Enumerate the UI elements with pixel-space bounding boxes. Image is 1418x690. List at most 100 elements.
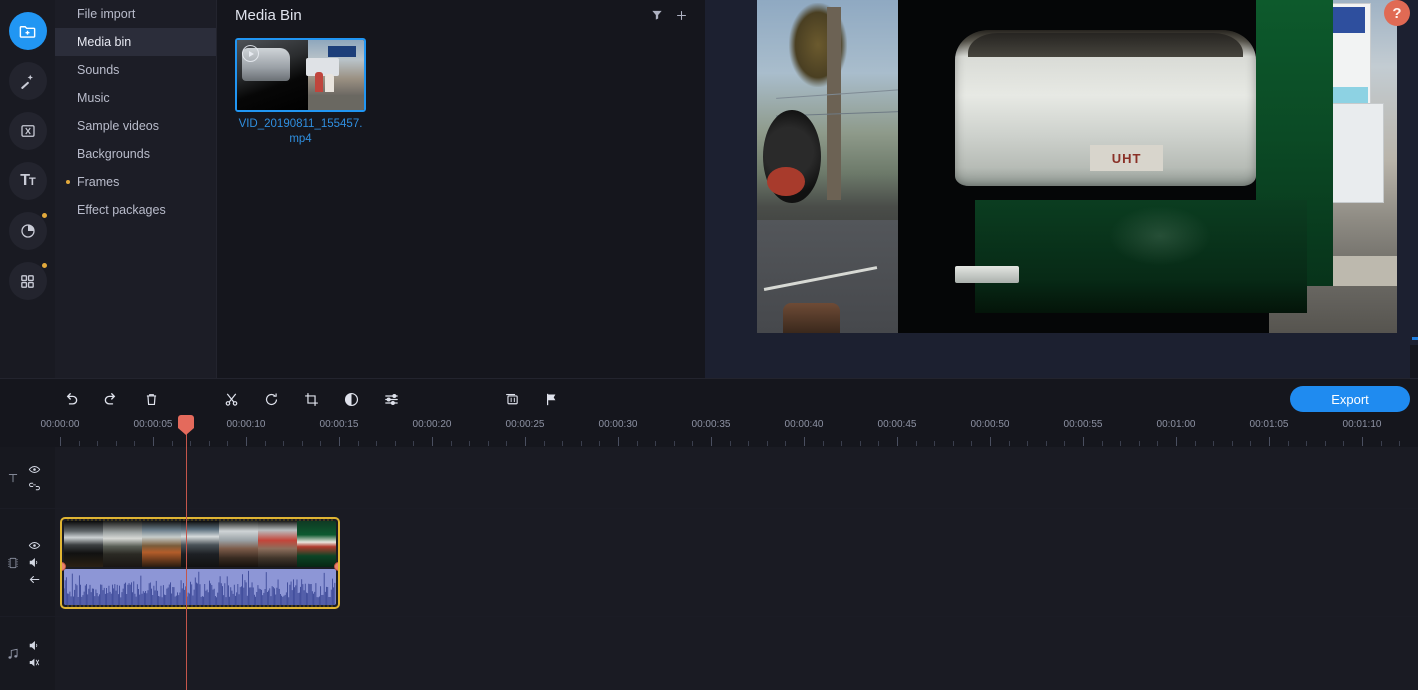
- rotate-icon[interactable]: [260, 388, 282, 410]
- sidebar-item-file-import[interactable]: File import: [55, 0, 216, 28]
- ruler-tick: [1269, 437, 1270, 446]
- ruler-tick: [1083, 437, 1084, 446]
- rail-button-transitions[interactable]: [8, 112, 47, 150]
- ruler-tick: [1287, 441, 1289, 446]
- rail-button-import-media[interactable]: [8, 12, 47, 50]
- eye-icon[interactable]: [26, 539, 42, 553]
- sidebar-item-frames[interactable]: Frames: [55, 168, 216, 196]
- ruler-label: 00:00:45: [877, 419, 917, 430]
- text-T-icon: [0, 471, 26, 485]
- help-button[interactable]: ?: [1384, 0, 1410, 26]
- clip-frame: [258, 521, 298, 567]
- ruler-tick: [283, 441, 285, 446]
- ruler-tick: [1176, 437, 1177, 446]
- ruler-tick: [766, 441, 768, 446]
- ruler-tick: [97, 441, 99, 446]
- playhead-handle[interactable]: [178, 415, 194, 435]
- playback-seek-bar[interactable]: [1412, 333, 1418, 345]
- rail-button-filters[interactable]: [8, 212, 47, 250]
- sidebar-item-media-bin[interactable]: Media bin: [55, 28, 216, 56]
- speaker-icon[interactable]: [26, 556, 42, 570]
- frame-art: [1109, 206, 1212, 267]
- ruler-tick: [450, 441, 452, 446]
- folder-plus-icon: [18, 22, 37, 41]
- link-icon[interactable]: [26, 479, 42, 493]
- contrast-circle-icon[interactable]: [340, 388, 362, 410]
- ruler-tick: [692, 441, 694, 446]
- arrow-left-icon[interactable]: [26, 573, 42, 587]
- ruler-tick: [115, 441, 117, 446]
- media-bin-grid: VID_20190811_155457.mp4: [217, 30, 705, 147]
- category-list-panel: File import Media bin Sounds Music Sampl…: [55, 0, 217, 378]
- ruler-tick: [1027, 441, 1029, 446]
- sidebar-item-sample-videos[interactable]: Sample videos: [55, 112, 216, 140]
- ruler-tick: [301, 441, 303, 446]
- thumbnail-art: [324, 73, 334, 93]
- ruler-tick: [1064, 441, 1066, 446]
- ruler-tick: [897, 437, 898, 446]
- plus-icon[interactable]: [669, 3, 693, 27]
- sidebar-item-music[interactable]: Music: [55, 84, 216, 112]
- detach-audio-icon[interactable]: [26, 655, 42, 669]
- sidebar-item-label: Backgrounds: [77, 147, 150, 161]
- ruler-tick: [506, 441, 508, 446]
- undo-arrow-icon[interactable]: [60, 388, 82, 410]
- title-track-body[interactable]: [55, 447, 1418, 508]
- video-track-body[interactable]: [55, 509, 1418, 616]
- rail-button-magic-enhance[interactable]: [8, 62, 47, 100]
- ruler-tick: [971, 441, 973, 446]
- frame-art: [782, 303, 841, 333]
- export-button[interactable]: Export: [1290, 386, 1410, 412]
- title-track-controls: [26, 462, 42, 493]
- frame-art: [968, 33, 1244, 57]
- ruler-tick: [432, 437, 433, 446]
- ruler-tick: [1213, 441, 1215, 446]
- video-preview-area[interactable]: UHT ?: [705, 0, 1418, 333]
- ruler-tick: [1231, 441, 1233, 446]
- sliders-icon[interactable]: [380, 388, 402, 410]
- audio-track-body[interactable]: [55, 617, 1418, 690]
- ruler-tick: [878, 441, 880, 446]
- ruler-tick: [1380, 441, 1382, 446]
- ruler-label: 00:00:15: [319, 419, 359, 430]
- ruler-tick: [1157, 441, 1159, 446]
- title-track-header: [0, 447, 55, 508]
- ruler-tick: [562, 441, 564, 446]
- filter-funnel-icon[interactable]: [645, 3, 669, 27]
- timeline-clip[interactable]: [60, 517, 340, 609]
- flag-icon[interactable]: [540, 388, 562, 410]
- audio-track-header: [0, 617, 55, 690]
- sidebar-item-sounds[interactable]: Sounds: [55, 56, 216, 84]
- timeline-tracks: [0, 447, 1418, 690]
- frame-art: [827, 6, 842, 200]
- ruler-tick: [1250, 441, 1252, 446]
- clip-trim-handle-right[interactable]: [334, 562, 338, 571]
- text-titles-icon: TT: [20, 172, 35, 189]
- ruler-tick: [376, 441, 378, 446]
- timeline-panel: Export 00:00:00 00:00:05 00:00:10 00:00:15 0…: [0, 378, 1418, 690]
- media-bin-item[interactable]: VID_20190811_155457.mp4: [235, 38, 371, 147]
- crop-icon[interactable]: [300, 388, 322, 410]
- timeline-ruler[interactable]: 00:00:00 00:00:05 00:00:10 00:00:15 00:00:20…: [0, 419, 1418, 447]
- media-thumbnail[interactable]: [235, 38, 366, 112]
- rail-button-stickers[interactable]: [8, 262, 47, 300]
- rail-button-titles[interactable]: TT: [8, 162, 47, 200]
- speaker-icon[interactable]: [26, 638, 42, 652]
- sidebar-item-label: File import: [77, 7, 136, 21]
- redo-arrow-icon[interactable]: [100, 388, 122, 410]
- clip-stack-icon[interactable]: [500, 388, 522, 410]
- clip-frame: [297, 521, 336, 567]
- ruler-tick: [1194, 441, 1196, 446]
- scissors-icon[interactable]: [220, 388, 242, 410]
- thumbnail-art: [308, 94, 364, 110]
- sidebar-item-effect-packages[interactable]: Effect packages: [55, 196, 216, 224]
- eye-icon[interactable]: [26, 462, 42, 476]
- trash-icon[interactable]: [140, 388, 162, 410]
- ruler-tick: [729, 441, 731, 446]
- ruler-tick: [1008, 441, 1010, 446]
- video-track-controls: [26, 539, 42, 587]
- video-frame: UHT: [757, 0, 1397, 333]
- media-bin-panel: Media Bin VID_20190811_155457.mp4: [217, 0, 705, 378]
- sidebar-item-backgrounds[interactable]: Backgrounds: [55, 140, 216, 168]
- ruler-tick: [711, 437, 712, 446]
